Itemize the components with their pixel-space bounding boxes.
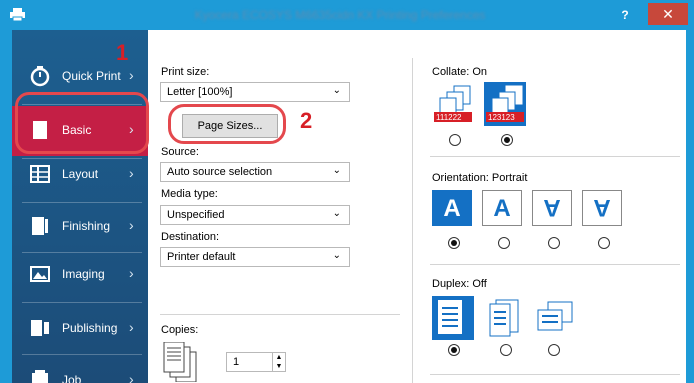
orientation-landscape-radio[interactable] [498,237,510,249]
sidebar-item-publishing[interactable]: Publishing › [12,304,148,354]
sidebar-item-label: Job [62,373,82,383]
image-icon [30,266,50,282]
destination-dropdown[interactable]: Printer default ⌄ [160,247,350,267]
chevron-down-icon: ⌄ [332,208,341,219]
collate-off-option[interactable]: 111222 [432,82,474,126]
source-value: Auto source selection [167,166,273,178]
sidebar-item-label: Finishing [62,219,111,233]
collate-on-option[interactable]: 123123 [484,82,526,126]
stepper-up-icon[interactable]: ▲ [273,353,285,362]
source-label: Source: [161,146,199,158]
orientation-landscape-option[interactable]: A [482,190,522,226]
media-type-value: Unspecified [167,209,225,221]
orientation-portrait-option[interactable]: A [432,190,472,226]
stepper-arrows[interactable]: ▲ ▼ [272,353,285,371]
print-size-value: Letter [100%] [167,86,233,98]
duplex-short-edge-radio[interactable] [548,344,560,356]
sidebar-item-label: Quick Print [62,69,121,83]
chevron-right-icon: › [129,165,134,181]
sidebar-item-label: Publishing [62,321,118,335]
print-size-label: Print size: [161,66,210,78]
chevron-right-icon: › [129,67,134,83]
chevron-down-icon: ⌄ [332,250,341,261]
window-frame-left [0,30,12,383]
orientation-portrait-rotated-radio[interactable] [548,237,560,249]
window-title: Kyocera ECOSYS M6635cidn KX Printing Pre… [194,8,486,22]
chevron-down-icon: ⌄ [332,165,341,176]
step2-highlight-ring [168,104,286,144]
media-type-label: Media type: [161,188,218,200]
window-frame-right [686,30,694,383]
divider [22,302,142,303]
close-button[interactable]: ✕ [648,3,688,25]
printer-icon [10,8,25,21]
divider [430,156,680,157]
orientation-portrait-rotated-option[interactable]: A [532,190,572,226]
chevron-right-icon: › [129,371,134,383]
duplex-short-edge-icon [537,301,573,331]
duplex-off-radio[interactable] [448,344,460,356]
sidebar-item-imaging[interactable]: Imaging › [12,250,148,300]
media-type-dropdown[interactable]: Unspecified ⌄ [160,205,350,225]
collate-on-caption: 123123 [488,113,515,122]
destination-label: Destination: [161,231,220,243]
step1-highlight-ring [15,92,149,154]
help-button[interactable]: ? [614,5,636,25]
print-size-dropdown[interactable]: Letter [100%] ⌄ [160,82,350,102]
collate-on-radio[interactable] [501,134,513,146]
sidebar-item-job[interactable]: Job › [12,356,148,383]
sidebar-item-label: Imaging [62,267,105,281]
duplex-short-edge-option[interactable] [534,296,576,340]
duplex-long-edge-radio[interactable] [500,344,512,356]
finishing-icon [32,217,48,235]
divider [22,354,142,355]
divider [160,314,400,315]
orientation-landscape-rotated-radio[interactable] [598,237,610,249]
stepper-down-icon[interactable]: ▼ [273,362,285,371]
sidebar-item-layout[interactable]: Layout › [12,150,148,200]
duplex-label: Duplex: Off [432,278,487,290]
chevron-right-icon: › [129,265,134,281]
orientation-portrait-radio[interactable] [448,237,460,249]
source-dropdown[interactable]: Auto source selection ⌄ [160,162,350,182]
divider [430,374,680,375]
duplex-off-option[interactable] [432,296,474,340]
title-bar: Kyocera ECOSYS M6635cidn KX Printing Pre… [0,0,694,30]
duplex-long-edge-icon [489,299,519,337]
collate-off-radio[interactable] [449,134,461,146]
copies-value: 1 [233,356,240,368]
column-divider [412,58,413,383]
collate-off-caption: 111222 [436,113,462,122]
duplex-off-icon [438,300,462,334]
step1-number: 1 [116,40,129,65]
sidebar-item-label: Layout [62,167,99,181]
stopwatch-icon [30,66,50,87]
orientation-label: Orientation: Portrait [432,172,528,184]
duplex-long-edge-option[interactable] [484,296,526,340]
chevron-down-icon: ⌄ [332,85,341,96]
orientation-landscape-rotated-option[interactable]: A [582,190,622,226]
chevron-right-icon: › [129,217,134,233]
destination-value: Printer default [167,251,236,263]
job-icon [32,370,48,383]
divider [430,264,680,265]
sidebar: Quick Print › Basic › Layout › Finishing… [12,30,148,383]
sidebar-item-finishing[interactable]: Finishing › [12,202,148,252]
basic-settings-panel: Print size: Letter [100%] ⌄ Page Sizes..… [148,30,686,383]
collate-label: Collate: On [432,66,488,78]
layout-icon [30,165,50,183]
step2-number: 2 [300,108,313,133]
copies-label: Copies: [161,324,199,336]
publishing-icon [31,320,49,336]
copies-pages-icon [163,342,197,382]
chevron-right-icon: › [129,319,134,335]
